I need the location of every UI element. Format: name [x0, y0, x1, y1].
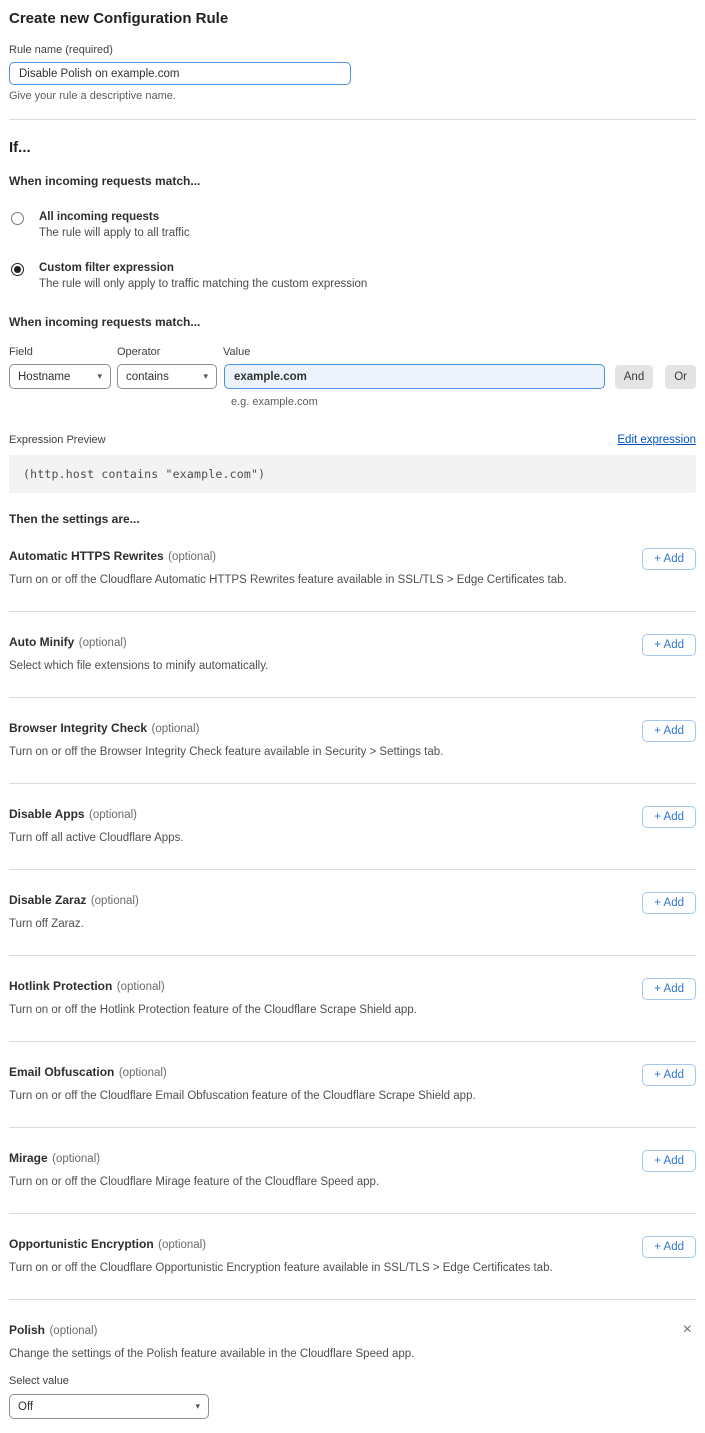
setting-description: Turn on or off the Cloudflare Automatic … — [9, 574, 567, 586]
setting-disable-zaraz: Disable Zaraz (optional) Turn off Zaraz.… — [9, 870, 696, 956]
optional-tag: (optional) — [117, 981, 165, 993]
optional-tag: (optional) — [119, 1067, 167, 1079]
setting-name: Disable Apps — [9, 807, 85, 821]
setting-polish: Polish (optional) Change the settings of… — [9, 1300, 696, 1419]
setting-auto-minify: Auto Minify (optional) Select which file… — [9, 612, 696, 698]
optional-tag: (optional) — [91, 895, 139, 907]
value-helper: e.g. example.com — [231, 396, 696, 408]
optional-tag: (optional) — [79, 637, 127, 649]
setting-name: Mirage — [9, 1151, 48, 1165]
setting-description: Turn on or off the Hotlink Protection fe… — [9, 1004, 417, 1016]
add-button[interactable]: + Add — [642, 806, 696, 828]
setting-description: Turn on or off the Cloudflare Opportunis… — [9, 1262, 553, 1274]
filter-row: Hostname ▾ contains ▾ And Or — [9, 364, 696, 389]
setting-description: Turn on or off the Cloudflare Mirage fea… — [9, 1176, 379, 1188]
setting-mirage: Mirage (optional) Turn on or off the Clo… — [9, 1128, 696, 1214]
expression-code: (http.host contains "example.com") — [9, 455, 696, 493]
filter-builder-heading: When incoming requests match... — [9, 315, 696, 329]
add-button[interactable]: + Add — [642, 548, 696, 570]
setting-description: Select which file extensions to minify a… — [9, 660, 268, 672]
create-configuration-rule-form: Create new Configuration Rule Rule name … — [0, 0, 705, 1433]
optional-tag: (optional) — [52, 1153, 100, 1165]
operator-select-value: contains — [126, 371, 169, 383]
field-label: Field — [9, 346, 117, 358]
setting-name: Hotlink Protection — [9, 979, 112, 993]
field-select-value: Hostname — [18, 371, 70, 383]
rule-name-helper: Give your rule a descriptive name. — [9, 90, 696, 102]
add-button[interactable]: + Add — [642, 1150, 696, 1172]
setting-hotlink-protection: Hotlink Protection (optional) Turn on or… — [9, 956, 696, 1042]
optional-tag: (optional) — [89, 809, 137, 821]
setting-browser-integrity-check: Browser Integrity Check (optional) Turn … — [9, 698, 696, 784]
incoming-requests-match-heading: When incoming requests match... — [9, 174, 696, 188]
setting-name: Disable Zaraz — [9, 893, 86, 907]
add-button[interactable]: + Add — [642, 978, 696, 1000]
chevron-down-icon: ▾ — [97, 371, 102, 382]
radio-description: The rule will apply to all traffic — [39, 227, 190, 239]
value-input[interactable] — [224, 364, 605, 389]
close-icon[interactable]: × — [679, 1321, 696, 1339]
value-label: Value — [223, 346, 250, 358]
field-select[interactable]: Hostname ▾ — [9, 364, 111, 389]
polish-value-select[interactable]: Off ▾ — [9, 1394, 209, 1419]
polish-select-value: Off — [18, 1401, 33, 1413]
setting-description: Turn on or off the Browser Integrity Che… — [9, 746, 443, 758]
setting-description: Turn off Zaraz. — [9, 918, 139, 930]
optional-tag: (optional) — [49, 1325, 97, 1337]
radio-icon-selected — [11, 263, 24, 276]
add-button[interactable]: + Add — [642, 1236, 696, 1258]
operator-label: Operator — [117, 346, 223, 358]
select-value-label: Select value — [9, 1375, 696, 1387]
setting-email-obfuscation: Email Obfuscation (optional) Turn on or … — [9, 1042, 696, 1128]
optional-tag: (optional) — [152, 723, 200, 735]
setting-description: Turn off all active Cloudflare Apps. — [9, 832, 184, 844]
radio-label: All incoming requests — [39, 211, 190, 223]
setting-description: Turn on or off the Cloudflare Email Obfu… — [9, 1090, 476, 1102]
add-button[interactable]: + Add — [642, 1064, 696, 1086]
operator-select[interactable]: contains ▾ — [117, 364, 217, 389]
add-button[interactable]: + Add — [642, 892, 696, 914]
setting-automatic-https-rewrites: Automatic HTTPS Rewrites (optional) Turn… — [9, 526, 696, 612]
divider — [9, 119, 696, 120]
then-settings-heading: Then the settings are... — [9, 512, 696, 526]
rule-name-input[interactable] — [9, 62, 351, 85]
setting-name: Polish — [9, 1323, 45, 1337]
edit-expression-link[interactable]: Edit expression — [617, 434, 696, 446]
radio-custom-filter-expression[interactable]: Custom filter expression The rule will o… — [9, 262, 696, 290]
radio-all-incoming-requests[interactable]: All incoming requests The rule will appl… — [9, 211, 696, 239]
or-button[interactable]: Or — [665, 365, 696, 389]
rule-name-label: Rule name (required) — [9, 44, 696, 56]
add-button[interactable]: + Add — [642, 720, 696, 742]
expression-preview-row: Expression Preview Edit expression — [9, 434, 696, 446]
radio-description: The rule will only apply to traffic matc… — [39, 278, 367, 290]
chevron-down-icon: ▾ — [203, 371, 208, 382]
radio-label: Custom filter expression — [39, 262, 367, 274]
and-button[interactable]: And — [615, 365, 653, 389]
filter-column-labels: Field Operator Value — [9, 346, 696, 358]
expression-preview-label: Expression Preview — [9, 434, 106, 446]
setting-description: Change the settings of the Polish featur… — [9, 1348, 414, 1360]
chevron-down-icon: ▾ — [195, 1401, 200, 1412]
setting-name: Auto Minify — [9, 635, 74, 649]
setting-opportunistic-encryption: Opportunistic Encryption (optional) Turn… — [9, 1214, 696, 1300]
optional-tag: (optional) — [168, 551, 216, 563]
setting-disable-apps: Disable Apps (optional) Turn off all act… — [9, 784, 696, 870]
setting-name: Opportunistic Encryption — [9, 1237, 154, 1251]
if-heading: If... — [9, 139, 696, 156]
setting-name: Browser Integrity Check — [9, 721, 147, 735]
setting-name: Email Obfuscation — [9, 1065, 114, 1079]
setting-name: Automatic HTTPS Rewrites — [9, 549, 164, 563]
add-button[interactable]: + Add — [642, 634, 696, 656]
page-title: Create new Configuration Rule — [9, 10, 696, 27]
optional-tag: (optional) — [158, 1239, 206, 1251]
radio-icon — [11, 212, 24, 225]
